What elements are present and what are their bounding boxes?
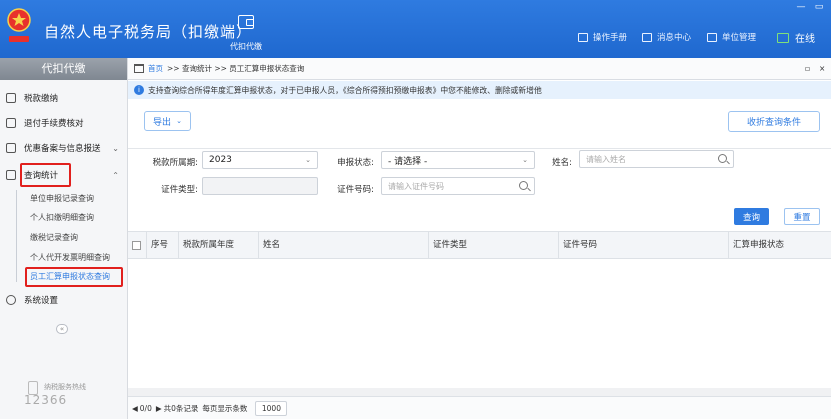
highlight-box-employee-settlement	[25, 267, 123, 287]
sidebar-item-label: 系统设置	[24, 296, 59, 306]
company-management-label: 单位管理	[722, 33, 757, 43]
select-all-cell	[128, 232, 146, 258]
sub-item-tax-payment-records[interactable]: 缴税记录查询	[30, 232, 78, 243]
nav-tab-withholding[interactable]: 代扣代缴	[222, 0, 270, 58]
column-header-settlement-status: 汇算申报状态	[728, 232, 831, 258]
sub-item-invoice-details[interactable]: 个人代开发票明细查询	[30, 252, 110, 263]
cert-type-label: 证件类型:	[161, 185, 198, 195]
status-select[interactable]: - 请选择 - ⌄	[381, 151, 535, 169]
tax-bureau-logo	[7, 8, 31, 42]
chevron-down-icon: ⌄	[176, 117, 182, 125]
app-header: 自然人电子税务局（扣缴端） 代扣代缴 — ▭ 操作手册 消息中心 单位管理 在线	[0, 0, 831, 58]
notice-text: 支持查询综合所得年度汇算申报状态，对于已申报人员，《综合所得预扣预缴申报表》中您…	[148, 85, 542, 95]
tax-period-select[interactable]: 2023 ⌄	[202, 151, 318, 169]
online-status-label: 在线	[795, 34, 815, 45]
name-placeholder: 请输入姓名	[586, 154, 626, 164]
status-label: 申报状态:	[337, 158, 374, 168]
company-icon	[707, 32, 717, 42]
breadcrumb-path: >> 查询统计 >> 员工汇算申报状态查询	[167, 64, 305, 73]
sub-item-personal-withholding[interactable]: 个人扣缴明细查询	[30, 212, 94, 223]
info-icon: i	[134, 85, 144, 95]
search-icon[interactable]	[519, 181, 528, 190]
collapse-filters-button[interactable]: 收折查询条件	[728, 111, 820, 132]
per-page-input[interactable]: 1000	[255, 400, 288, 416]
export-button[interactable]: 导出 ⌄	[144, 111, 191, 131]
sidebar-collapse-button[interactable]: «	[56, 324, 68, 334]
column-header-tax-year: 税款所属年度	[178, 232, 258, 258]
manual-icon	[578, 32, 588, 42]
sidebar-item-preferential-filing[interactable]: 优惠备案与信息报送 ⌄	[0, 138, 127, 158]
chevron-down-icon: ⌄	[305, 156, 311, 164]
manual-link-label: 操作手册	[593, 33, 628, 43]
cert-type-select[interactable]	[202, 177, 318, 195]
column-header-index: 序号	[146, 232, 178, 258]
sidebar-item-tax-payment[interactable]: 税款缴纳	[0, 88, 127, 108]
prev-page-icon[interactable]: ◀	[132, 404, 138, 413]
online-status[interactable]: 在线	[777, 30, 815, 45]
close-tab-button[interactable]: ×	[819, 64, 825, 73]
reset-button[interactable]: 重置	[784, 208, 820, 225]
column-header-cert-no: 证件号码	[558, 232, 728, 258]
sidebar-item-refund-check[interactable]: 退付手续费核对	[0, 113, 127, 133]
settings-icon	[6, 295, 16, 305]
name-input[interactable]: 请输入姓名	[579, 150, 734, 168]
table-header: 序号 税款所属年度 姓名 证件类型 证件号码 汇算申报状态	[128, 231, 831, 259]
sidebar: 代扣代缴 税款缴纳 退付手续费核对 优惠备案与信息报送 ⌄ 查询统计 ⌃ 单位申…	[0, 58, 128, 419]
divider	[128, 148, 831, 149]
breadcrumb-home-link[interactable]: 首页	[148, 63, 163, 74]
tax-payment-icon	[6, 93, 16, 103]
sidebar-item-label: 税款缴纳	[24, 94, 59, 104]
nav-tab-label: 代扣代缴	[230, 42, 262, 51]
search-icon[interactable]	[718, 154, 727, 163]
next-page-icon[interactable]: ▶	[156, 404, 162, 413]
sub-item-company-declaration[interactable]: 单位申报记录查询	[30, 193, 94, 204]
refund-check-icon	[6, 118, 16, 128]
main-content: 首页 >> 查询统计 >> 员工汇算申报状态查询 ▫ × i 支持查询综合所得年…	[128, 58, 831, 419]
select-all-checkbox[interactable]	[132, 241, 141, 250]
sidebar-item-label: 优惠备案与信息报送	[24, 144, 101, 154]
home-icon	[134, 64, 144, 73]
sidebar-item-system-settings[interactable]: 系统设置	[0, 290, 127, 310]
message-icon	[642, 32, 652, 42]
minimize-button[interactable]: —	[795, 2, 807, 12]
horizontal-scrollbar[interactable]	[128, 388, 831, 396]
breadcrumb: 首页 >> 查询统计 >> 员工汇算申报状态查询 ▫ ×	[128, 58, 831, 80]
restore-tab-button[interactable]: ▫	[805, 64, 810, 73]
sidebar-title: 代扣代缴	[0, 58, 127, 80]
column-header-cert-type: 证件类型	[428, 232, 558, 258]
total-records: 共0条记录	[163, 403, 199, 413]
per-page-label: 每页显示条数	[202, 403, 248, 413]
app-title: 自然人电子税务局（扣缴端）	[44, 23, 253, 41]
tax-period-label: 税款所属期:	[152, 158, 198, 168]
query-stats-icon	[6, 170, 16, 180]
highlight-box-query-stats	[20, 163, 71, 187]
status-value: - 请选择 -	[388, 156, 428, 167]
tree-line	[16, 190, 17, 282]
notice-bar: i 支持查询综合所得年度汇算申报状态，对于已申报人员，《综合所得预扣预缴申报表》…	[128, 81, 831, 99]
hotline-number: 12366	[24, 393, 68, 407]
pagination-bar: ◀ 0/0 ▶ 共0条记录 每页显示条数 1000	[128, 396, 831, 419]
message-center-link[interactable]: 消息中心	[642, 31, 691, 43]
chevron-down-icon: ⌄	[522, 156, 528, 164]
tax-period-value: 2023	[209, 155, 232, 165]
page-indicator: 0/0	[139, 403, 152, 413]
hotline-label: 纳税服务热线	[44, 383, 86, 391]
cert-no-label: 证件号码:	[337, 185, 374, 195]
message-center-label: 消息中心	[657, 33, 692, 43]
query-button[interactable]: 查询	[734, 208, 769, 225]
wallet-icon	[238, 15, 254, 29]
company-management-link[interactable]: 单位管理	[707, 31, 756, 43]
preferential-filing-icon	[6, 143, 16, 153]
export-button-label: 导出	[153, 117, 172, 128]
chevron-down-icon: ⌄	[112, 143, 119, 153]
sidebar-item-label: 退付手续费核对	[24, 119, 84, 129]
manual-link[interactable]: 操作手册	[578, 31, 627, 43]
column-header-name: 姓名	[258, 232, 428, 258]
cert-no-placeholder: 请输入证件号码	[388, 181, 444, 191]
cert-no-input[interactable]: 请输入证件号码	[381, 177, 535, 195]
monitor-icon	[777, 32, 789, 43]
chevron-up-icon: ⌃	[112, 170, 119, 180]
name-label: 姓名:	[552, 158, 572, 168]
maximize-button[interactable]: ▭	[813, 2, 825, 12]
